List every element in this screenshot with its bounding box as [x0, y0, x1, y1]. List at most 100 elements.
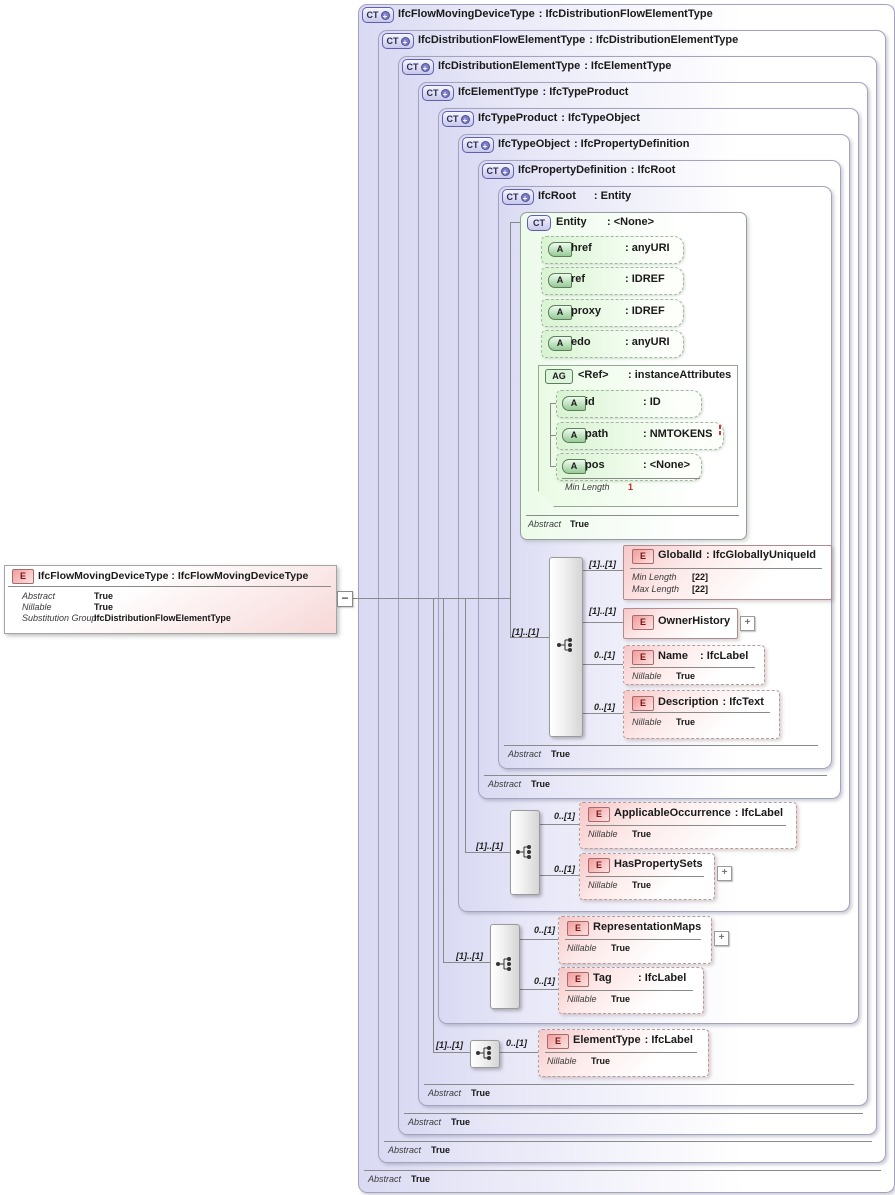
ct-badge[interactable]: CT + [362, 7, 394, 23]
cardinality-label: 0..[1] [534, 925, 556, 935]
attribute-name: href [571, 242, 592, 254]
footer-separator [526, 515, 739, 516]
abstract-value: True [431, 1145, 451, 1155]
cardinality-label: 0..[1] [594, 650, 616, 660]
nillable-value: True [611, 994, 631, 1004]
connector-line [465, 598, 466, 852]
cardinality-label: 0..[1] [554, 811, 576, 821]
expand-icon[interactable]: + [500, 166, 510, 177]
abstract-value: True [551, 749, 571, 759]
expand-icon[interactable]: + [480, 140, 490, 151]
attribute-name: id [585, 396, 595, 408]
attribute-type: : anyURI [625, 242, 670, 254]
footer-separator [504, 745, 818, 746]
facet-label: Max Length [632, 584, 680, 594]
property-value: IfcDistributionFlowElementType [94, 613, 231, 623]
nillable-label: Nillable [547, 1056, 577, 1066]
cardinality-label: [1]..[1] [512, 627, 539, 637]
attribute-name: path [585, 428, 609, 440]
ct-badge: CT [527, 215, 551, 231]
nillable-value: True [676, 717, 696, 727]
a-badge: A [548, 273, 572, 288]
expand-button[interactable]: + [740, 616, 755, 631]
facet-separator [630, 667, 755, 668]
facet-label: Min Length [632, 572, 677, 582]
facet-separator [586, 825, 786, 826]
expand-icon[interactable]: + [400, 36, 410, 47]
expand-icon[interactable]: + [420, 62, 430, 73]
attribute-group-name: <Ref> [578, 369, 609, 381]
type-header: IfcTypeObject: IfcPropertyDefinition [498, 138, 690, 150]
connector-line [465, 852, 510, 853]
expand-icon[interactable]: + [440, 88, 450, 99]
facet-value: [22] [692, 584, 709, 594]
abstract-label: Abstract [528, 519, 562, 529]
connector-line [351, 598, 510, 599]
e-badge: E [567, 921, 589, 936]
ct-badge[interactable]: CT + [442, 111, 474, 127]
abstract-value: True [451, 1117, 471, 1127]
property-value: True [94, 591, 114, 601]
type-header: IfcDistributionFlowElementType: IfcDistr… [418, 34, 739, 46]
a-badge: A [562, 428, 586, 443]
cardinality-label: 0..[1] [554, 864, 576, 874]
global-element-title: IfcFlowMovingDeviceType : IfcFlowMovingD… [38, 570, 309, 582]
expand-icon[interactable]: + [460, 114, 470, 125]
nillable-label: Nillable [567, 994, 597, 1004]
cardinality-label: [1]..[1] [456, 951, 483, 961]
expand-icon[interactable]: + [380, 10, 390, 21]
cardinality-label: 0..[1] [506, 1038, 528, 1048]
connector-line [581, 664, 623, 665]
a-badge: A [562, 396, 586, 411]
expand-icon[interactable]: + [520, 192, 530, 203]
entity-title: Entity [556, 216, 587, 228]
expand-button[interactable]: + [714, 931, 729, 946]
nillable-label: Nillable [632, 717, 662, 727]
facet-separator [565, 990, 693, 991]
footer-separator [424, 1084, 854, 1085]
attribute-type: : <None> [643, 459, 691, 471]
attribute-type: : IDREF [625, 273, 665, 285]
ct-badge[interactable]: CT + [382, 33, 414, 49]
attribute-type: : NMTOKENS [643, 428, 713, 440]
footer-separator [364, 1170, 881, 1171]
sequence-icon [516, 845, 531, 859]
cardinality-label: [1]..[1] [436, 1040, 463, 1050]
connector-line [538, 875, 579, 876]
nillable-value: True [632, 880, 652, 890]
element-type: : IfcLabel [638, 972, 687, 984]
element-title: OwnerHistory [658, 615, 731, 627]
ct-badge[interactable]: CT + [422, 85, 454, 101]
nillable-value: True [591, 1056, 611, 1066]
a-badge: A [562, 459, 586, 474]
element-title: ApplicableOccurrence: IfcLabel [614, 807, 784, 819]
collapse-toggle[interactable]: − [337, 591, 353, 607]
nillable-label: Nillable [567, 943, 597, 953]
nillable-label: Nillable [588, 829, 618, 839]
connector-line [510, 222, 511, 638]
nillable-value: True [611, 943, 631, 953]
element-title: ElementType: IfcLabel [573, 1034, 693, 1046]
connector-line [510, 222, 520, 223]
ct-badge[interactable]: CT + [402, 59, 434, 75]
expand-button[interactable]: + [717, 866, 732, 881]
attribute-name: pos [585, 459, 605, 471]
entity-type: : <None> [607, 216, 655, 228]
footer-separator [384, 1141, 872, 1142]
facet-separator [586, 876, 704, 877]
element-title: Description: IfcText [658, 696, 764, 708]
nillable-label: Nillable [588, 880, 618, 890]
e-badge: E [567, 972, 589, 987]
ct-badge[interactable]: CT + [462, 137, 494, 153]
a-badge: A [548, 242, 572, 257]
abstract-label: Abstract [488, 779, 522, 789]
a-badge: A [548, 336, 572, 351]
ct-badge[interactable]: CT + [482, 163, 514, 179]
abstract-label: Abstract [508, 749, 542, 759]
connector-line [510, 637, 549, 638]
attribute-name: ref [571, 273, 586, 285]
type-header: IfcDistributionElementType: IfcElementTy… [438, 60, 672, 72]
nillable-value: True [632, 829, 652, 839]
element-type: : IfcLabel [700, 650, 749, 662]
ct-badge[interactable]: CT + [502, 189, 534, 205]
